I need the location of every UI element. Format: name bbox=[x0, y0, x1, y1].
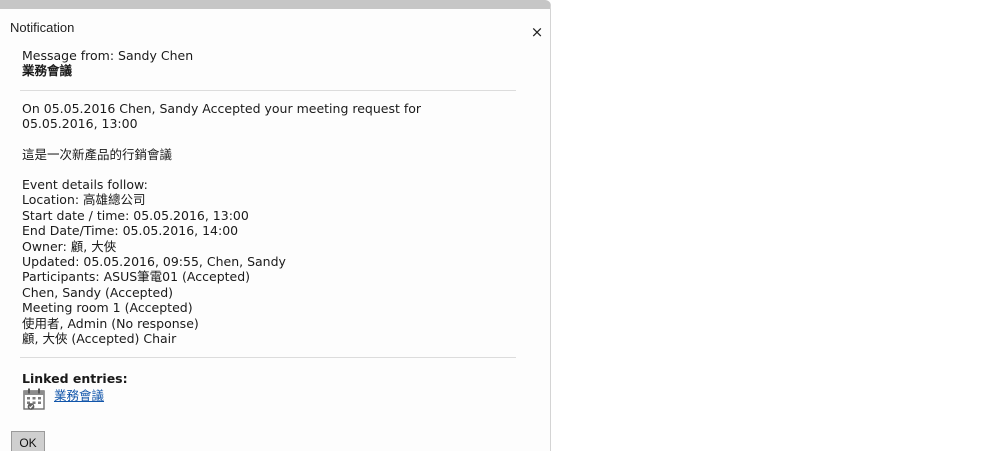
linked-entry[interactable]: 業務會議 bbox=[22, 387, 514, 414]
message-subject: 業務會議 bbox=[22, 63, 73, 79]
message-summary: On 05.05.2016 Chen, Sandy Accepted your … bbox=[22, 100, 422, 132]
event-owner: Owner: 顧, 大俠 bbox=[22, 238, 117, 254]
event-updated: Updated: 05.05.2016, 09:55, Chen, Sandy bbox=[22, 254, 286, 270]
participant-line: Chen, Sandy (Accepted) bbox=[22, 284, 174, 300]
event-start: Start date / time: 05.05.2016, 13:00 bbox=[22, 207, 249, 223]
participant-line: Meeting room 1 (Accepted) bbox=[22, 300, 193, 316]
event-details-heading: Event details follow: bbox=[22, 177, 148, 193]
dialog-titlebar: Notification × bbox=[0, 9, 550, 41]
participant-line: 使用者, Admin (No response) bbox=[22, 315, 199, 331]
close-button[interactable]: × bbox=[528, 23, 546, 41]
participant-line: 顧, 大俠 (Accepted) Chair bbox=[22, 331, 177, 347]
message-body: Message from: Sandy Chen 業務會議 On 05.05.2… bbox=[20, 48, 516, 414]
dialog-title: Notification bbox=[10, 20, 75, 35]
event-location: Location: 高雄總公司 bbox=[22, 192, 146, 208]
notification-dialog: Notification × Message from: Sandy Chen … bbox=[0, 0, 551, 451]
participant-line: Participants: ASUS筆電01 (Accepted) bbox=[22, 269, 251, 285]
message-description: 這是一次新產品的行銷會議 bbox=[22, 146, 173, 162]
calendar-icon bbox=[22, 387, 54, 414]
linked-entries-heading: Linked entries: bbox=[22, 370, 128, 386]
message-from: Message from: Sandy Chen bbox=[22, 48, 194, 63]
event-end: End Date/Time: 05.05.2016, 14:00 bbox=[22, 223, 239, 239]
ok-button[interactable]: OK bbox=[11, 431, 45, 451]
page: Notification × Message from: Sandy Chen … bbox=[0, 0, 1000, 451]
linked-entry-link[interactable]: 業務會議 bbox=[54, 388, 104, 403]
